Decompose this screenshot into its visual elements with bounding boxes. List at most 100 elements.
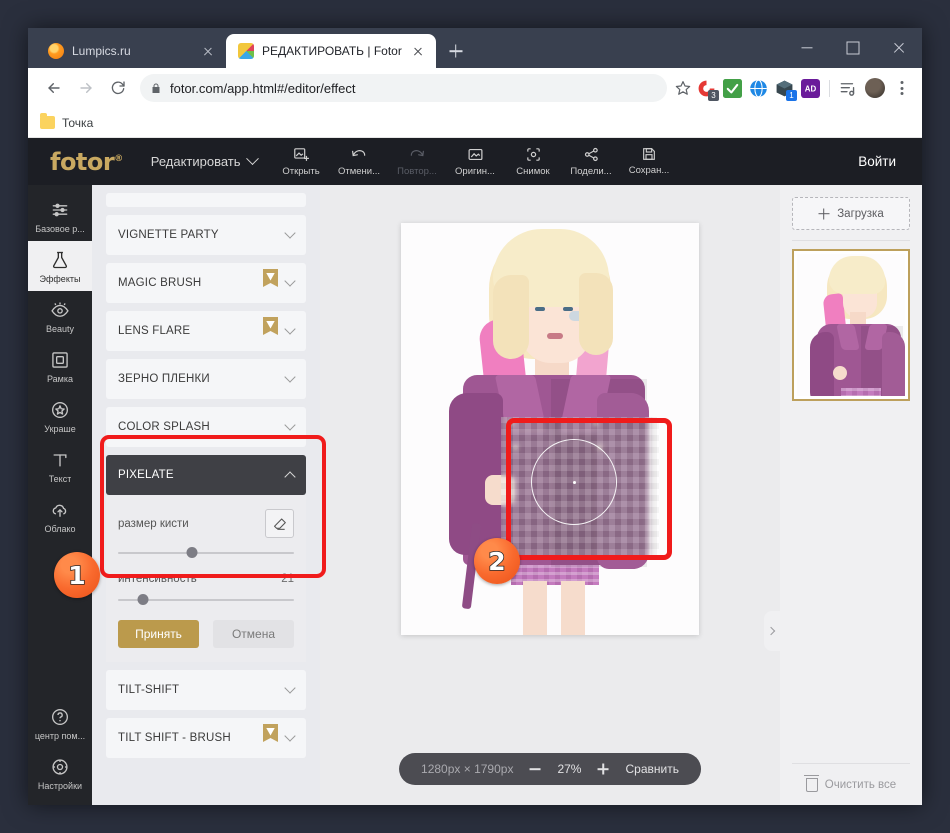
zoom-level: 27%: [557, 762, 582, 776]
edit-menu[interactable]: Редактировать: [151, 152, 259, 169]
sidebar-item-beauty[interactable]: Beauty: [28, 291, 92, 341]
sidebar-item-effects[interactable]: Эффекты: [28, 241, 92, 291]
undo-icon: [352, 150, 366, 157]
fotor-app: fotor® Редактировать Открыть Отмени... П…: [28, 138, 922, 805]
zoom-out-button[interactable]: [528, 762, 542, 776]
lock-icon: [152, 83, 160, 93]
toolbar-undo-button[interactable]: Отмени...: [330, 146, 388, 177]
effect-item-color-splash[interactable]: COLOR SPLASH: [106, 407, 306, 447]
sidebar-item-label: Базовое р...: [35, 224, 85, 234]
effect-item-pixelate[interactable]: PIXELATE: [106, 455, 306, 495]
premium-crown-icon: [263, 724, 278, 742]
close-icon[interactable]: [200, 43, 216, 59]
toolbar-label: Открыть: [282, 166, 320, 177]
sidebar-item-cloud[interactable]: Облако: [28, 491, 92, 541]
toolbar-open-button[interactable]: Открыть: [272, 146, 330, 177]
upload-button[interactable]: Загрузка: [792, 197, 910, 230]
image-thumbnail[interactable]: [792, 249, 910, 401]
effects-scrolled-item[interactable]: [106, 193, 306, 207]
step-marker-1: 1: [54, 552, 100, 598]
clear-all-button[interactable]: Очистить все: [792, 763, 910, 805]
thumb-sleeve-right: [882, 332, 905, 396]
chevron-down-icon: [284, 682, 296, 694]
forward-arrow-icon[interactable]: [72, 74, 100, 102]
eye-left: [535, 307, 545, 311]
bookmark-star-icon[interactable]: [675, 80, 691, 96]
brush-size-row: размер кисти: [118, 509, 294, 538]
sidebar-item-basic[interactable]: Базовое р...: [28, 191, 92, 241]
fotor-logo[interactable]: fotor®: [50, 148, 123, 176]
profile-avatar[interactable]: [865, 78, 885, 98]
sidebar-item-frame[interactable]: Рамка: [28, 341, 92, 391]
help-icon: [51, 708, 69, 726]
star-badge-icon: [51, 401, 69, 419]
sidebar-item-label: Рамка: [46, 374, 74, 384]
toolbar-original-button[interactable]: Оригин...: [446, 146, 504, 177]
flask-icon: [52, 251, 68, 269]
redo-icon: [410, 150, 424, 157]
panel-collapse-button[interactable]: [764, 611, 780, 651]
chevron-up-icon: [284, 470, 296, 483]
sidebar-item-label: Облако: [44, 524, 76, 534]
reload-icon[interactable]: [104, 74, 132, 102]
toolbar-divider: [829, 79, 830, 97]
image-dimensions: 1280px × 1790px: [421, 762, 514, 776]
new-tab-button[interactable]: [442, 37, 470, 65]
zoom-in-button[interactable]: [596, 762, 610, 776]
compare-button[interactable]: Сравнить: [625, 762, 678, 776]
eraser-button[interactable]: [265, 509, 294, 538]
effect-item-film-grain[interactable]: ЗЕРНО ПЛЕНКИ: [106, 359, 306, 399]
toolbar-save-button[interactable]: Сохран...: [620, 146, 678, 177]
sidebar-item-help[interactable]: центр пом...: [28, 698, 92, 748]
close-window-icon[interactable]: [876, 28, 922, 68]
sidebar-item-text[interactable]: Текст: [28, 441, 92, 491]
blue-globe-extension-icon[interactable]: [749, 79, 768, 98]
minimize-icon[interactable]: [784, 28, 830, 68]
red-shield-extension-icon[interactable]: 3: [697, 79, 719, 101]
sidebar-item-decorate[interactable]: Украше: [28, 391, 92, 441]
brush-size-slider[interactable]: [118, 547, 294, 559]
effects-panel: VIGNETTE PARTY MAGIC BRUSH LENS FLARE ЗЕ…: [92, 185, 320, 805]
cancel-button[interactable]: Отмена: [213, 620, 294, 648]
extension-badge: 1: [786, 89, 797, 101]
eye-icon: [51, 302, 69, 317]
toolbar-label: Повтор...: [397, 166, 437, 177]
effect-item-tilt-shift-brush[interactable]: TILT SHIFT - BRUSH: [106, 718, 306, 758]
toolbar-snapshot-button[interactable]: Снимок: [504, 146, 562, 177]
toolbar-redo-button[interactable]: Повтор...: [388, 146, 446, 177]
effect-label: VIGNETTE PARTY: [118, 229, 219, 241]
bookmark-item-label[interactable]: Точка: [62, 116, 93, 130]
reading-list-icon[interactable]: [839, 79, 858, 98]
back-arrow-icon[interactable]: [40, 74, 68, 102]
browser-tab-fotor[interactable]: РЕДАКТИРОВАТЬ | Fotor: [226, 34, 436, 68]
sidebar-item-label: Настройки: [37, 781, 83, 791]
step-number: 2: [487, 546, 506, 577]
effect-item-lens-flare[interactable]: LENS FLARE: [106, 311, 306, 351]
accept-button[interactable]: Принять: [118, 620, 199, 648]
slider-knob[interactable]: [137, 594, 149, 605]
clear-all-label: Очистить все: [824, 778, 897, 791]
slider-knob[interactable]: [186, 547, 198, 558]
bookmark-bar: Точка: [28, 108, 922, 138]
three-dot-menu-icon[interactable]: [892, 78, 912, 98]
frame-icon: [52, 352, 68, 368]
toolbar-share-button[interactable]: Подели...: [562, 146, 620, 177]
share-icon: [584, 147, 598, 162]
purple-ad-extension-icon[interactable]: AD: [801, 78, 820, 98]
dark-box-extension-icon[interactable]: 1: [775, 79, 797, 101]
green-check-extension-icon[interactable]: [723, 78, 742, 98]
signin-button[interactable]: Войти: [858, 154, 896, 169]
close-icon[interactable]: [410, 43, 426, 59]
browser-tab-lumpics[interactable]: Lumpics.ru: [36, 34, 226, 68]
effect-item-vignette-party[interactable]: VIGNETTE PARTY: [106, 215, 306, 255]
url-input[interactable]: fotor.com/app.html#/editor/effect: [140, 74, 667, 102]
sidebar-item-label: центр пом...: [34, 731, 86, 741]
effect-item-magic-brush[interactable]: MAGIC BRUSH: [106, 263, 306, 303]
toolbar-label: Оригин...: [455, 166, 495, 177]
maximize-icon[interactable]: [830, 28, 876, 68]
effect-item-tilt-shift[interactable]: TILT-SHIFT: [106, 670, 306, 710]
svg-text:AD: AD: [805, 84, 817, 93]
intensity-slider[interactable]: [118, 594, 294, 606]
premium-crown-icon: [263, 317, 278, 335]
sidebar-item-settings[interactable]: Настройки: [28, 748, 92, 805]
